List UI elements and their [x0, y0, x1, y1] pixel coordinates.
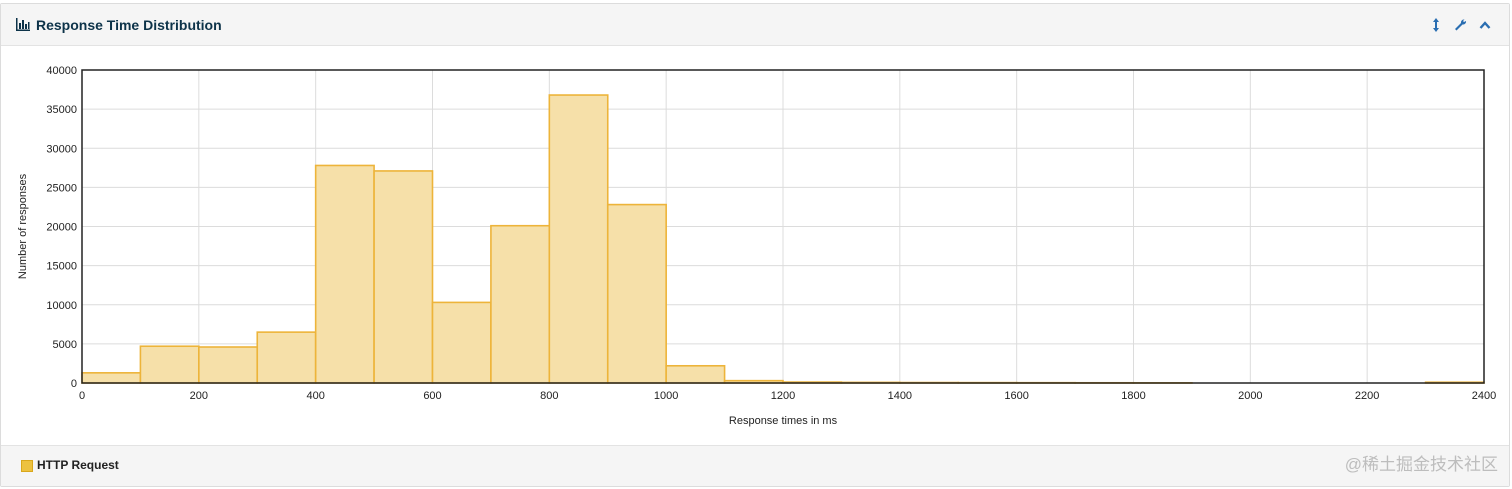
histogram-bar[interactable] — [314, 164, 375, 384]
y-tick-label: 40000 — [46, 65, 77, 77]
legend-swatch[interactable] — [21, 460, 33, 472]
histogram-bar[interactable] — [256, 331, 317, 384]
x-tick-label: 600 — [423, 390, 441, 402]
x-axis-label: Response times in ms — [729, 415, 838, 427]
wrench-icon[interactable] — [1453, 17, 1467, 33]
histogram-bar[interactable] — [139, 345, 200, 384]
histogram-bar[interactable] — [490, 224, 551, 384]
histogram-bar[interactable] — [373, 170, 434, 384]
legend-bar: HTTP Request — [1, 445, 1509, 486]
x-tick-label: 0 — [79, 390, 85, 402]
watermark: @稀土掘金技术社区 — [1344, 455, 1498, 474]
histogram-bar[interactable] — [198, 346, 259, 384]
response-time-panel: Response Time Distribution 0 5000 10000 150… — [0, 3, 1510, 487]
x-tick-label: 2000 — [1238, 390, 1262, 402]
histogram-bar[interactable] — [606, 203, 667, 384]
y-tick-label: 20000 — [46, 222, 77, 234]
histogram-bar[interactable] — [665, 364, 726, 384]
x-tick-label: 1800 — [1121, 390, 1145, 402]
x-tick-label: 1400 — [888, 390, 912, 402]
bar-chart-icon — [16, 18, 30, 31]
x-tick-label: 1200 — [771, 390, 795, 402]
vertical-resize-icon[interactable] — [1429, 17, 1443, 33]
x-tick-label: 800 — [540, 390, 558, 402]
collapse-chevron-icon[interactable] — [1478, 17, 1492, 33]
x-tick-label: 2200 — [1355, 390, 1379, 402]
x-tick-label: 1000 — [654, 390, 678, 402]
y-axis-label: Number of responses — [17, 173, 29, 279]
y-tick-label: 0 — [71, 378, 77, 390]
x-tick-labels: 0 200 400 600 800 1000 1200 1400 1600 1800 2000 220… — [79, 390, 1496, 402]
x-tick-label: 200 — [190, 390, 208, 402]
y-tick-label: 10000 — [46, 300, 77, 312]
x-tick-label: 2400 — [1472, 390, 1496, 402]
panel-title: Response Time Distribution — [36, 17, 222, 33]
histogram-chart: 0500010000150002000025000300003500040000… — [17, 65, 1496, 427]
y-tick-label: 25000 — [46, 182, 77, 194]
legend-series-label[interactable]: HTTP Request — [37, 458, 119, 472]
x-tick-label: 400 — [306, 390, 324, 402]
y-tick-label: 5000 — [53, 339, 77, 351]
panel-header: Response Time Distribution — [1, 4, 1509, 46]
y-tick-label: 15000 — [46, 261, 77, 273]
histogram-bar[interactable] — [431, 301, 492, 384]
histogram-bar[interactable] — [81, 372, 142, 384]
y-tick-labels: 0 5000 10000 15000 20000 25000 30000 35000 40000 — [46, 65, 77, 390]
y-tick-label: 30000 — [46, 143, 77, 155]
histogram-bar[interactable] — [548, 94, 609, 384]
y-tick-label: 35000 — [46, 104, 77, 116]
x-tick-label: 1600 — [1004, 390, 1028, 402]
